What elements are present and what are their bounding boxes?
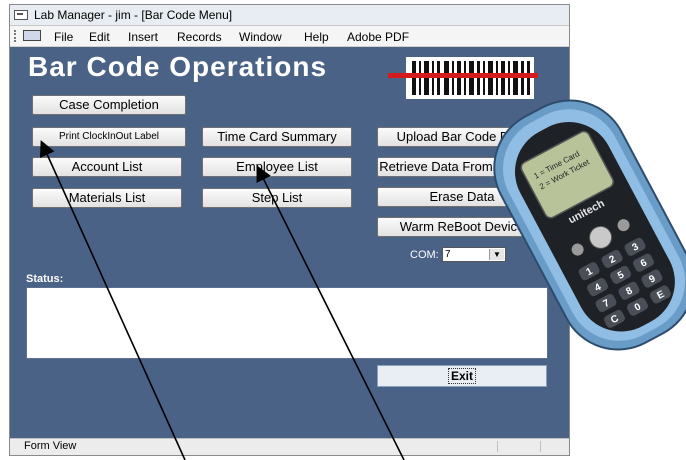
handheld-scanner-image: 1 = Time Card 2 = Work Ticket unitech 1 …	[493, 99, 686, 351]
